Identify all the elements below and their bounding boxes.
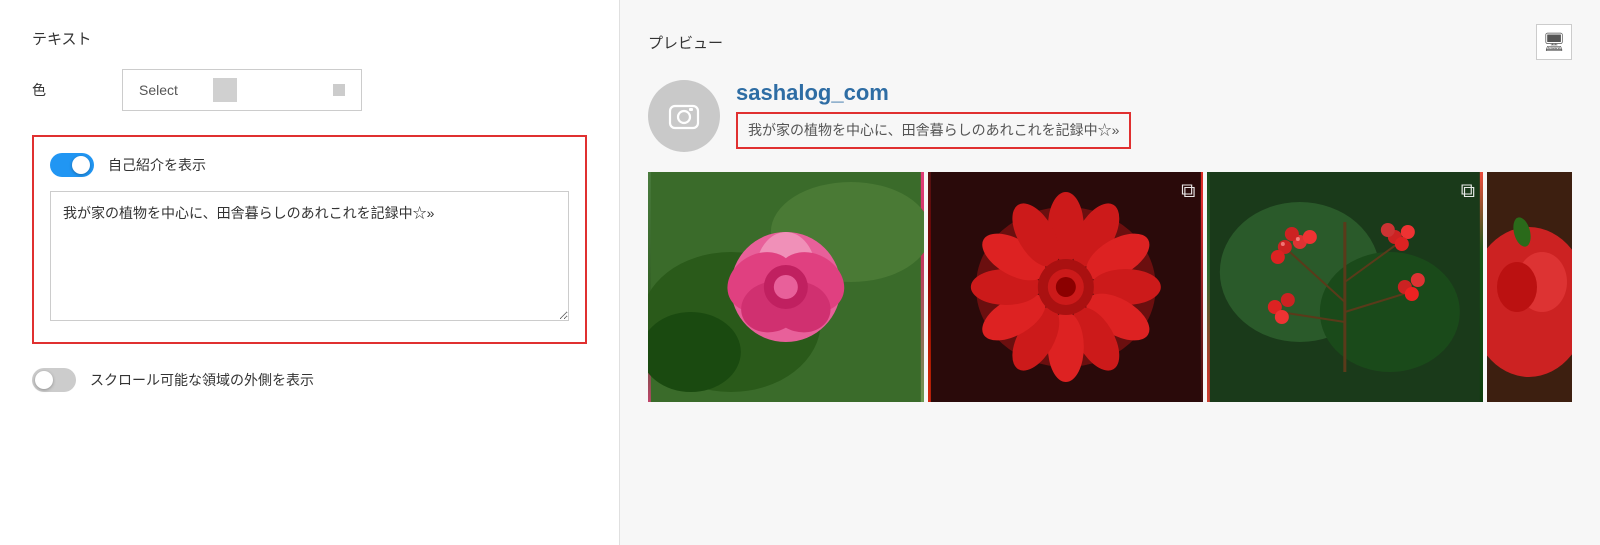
photo-1-svg xyxy=(648,172,924,402)
bio-toggle-track xyxy=(50,153,94,177)
bio-highlight-section: 自己紹介を表示 我が家の植物を中心に、田舎暮らしのあれこれを記録中☆» xyxy=(32,135,587,344)
photo-3-icon: ⧉ xyxy=(1461,180,1475,203)
bio-toggle-label: 自己紹介を表示 xyxy=(108,155,206,175)
scroll-toggle-label: スクロール可能な領域の外側を表示 xyxy=(90,370,314,390)
profile-info: sashalog_com 我が家の植物を中心に、田舎暮らしのあれこれを記録中☆» xyxy=(736,80,1572,149)
monitor-icon: 🖥 xyxy=(1543,32,1566,53)
avatar xyxy=(648,80,720,152)
color-select[interactable]: Select xyxy=(122,69,362,111)
preview-header: プレビュー 🖥 xyxy=(648,24,1572,60)
color-field-row: 色 Select xyxy=(32,69,587,111)
profile-name: sashalog_com xyxy=(736,80,1572,106)
profile-bio-text: 我が家の植物を中心に、田舎暮らしのあれこれを記録中☆» xyxy=(748,122,1119,138)
section-title: テキスト xyxy=(32,28,587,49)
profile-card: sashalog_com 我が家の植物を中心に、田舎暮らしのあれこれを記録中☆» xyxy=(648,80,1572,152)
photo-item-1 xyxy=(648,172,924,402)
profile-bio-highlight-box: 我が家の植物を中心に、田舎暮らしのあれこれを記録中☆» xyxy=(736,112,1131,149)
photo-4-svg xyxy=(1487,172,1572,402)
color-swatch xyxy=(213,78,237,102)
preview-title: プレビュー xyxy=(648,32,723,53)
photo-item-4 xyxy=(1487,172,1572,402)
photo-3-svg xyxy=(1207,172,1483,402)
bio-toggle[interactable] xyxy=(50,153,94,177)
bio-textarea[interactable]: 我が家の植物を中心に、田舎暮らしのあれこれを記録中☆» xyxy=(50,191,569,321)
scroll-toggle-row: スクロール可能な領域の外側を表示 xyxy=(32,368,587,392)
camera-icon xyxy=(665,97,703,135)
scroll-toggle-track xyxy=(32,368,76,392)
monitor-button[interactable]: 🖥 xyxy=(1536,24,1572,60)
scroll-toggle-thumb xyxy=(35,371,53,389)
photo-2-svg xyxy=(928,172,1204,402)
scroll-toggle[interactable] xyxy=(32,368,76,392)
color-label: 色 xyxy=(32,80,122,100)
color-select-value: Select xyxy=(139,82,178,98)
bio-toggle-thumb xyxy=(72,156,90,174)
photo-2-icon: ⧉ xyxy=(1181,180,1195,203)
photo-item-2: ⧉ xyxy=(928,172,1204,402)
left-panel: テキスト 色 Select 自己紹介を表示 我が家の植物を中心に、田舎暮らしのあ… xyxy=(0,0,620,545)
photo-item-3: ⧉ xyxy=(1207,172,1483,402)
photo-grid: ⧉ xyxy=(648,172,1572,402)
bio-toggle-row: 自己紹介を表示 xyxy=(50,153,569,177)
right-panel: プレビュー 🖥 sashalog_com 我が家の植物を中心に、田舎暮らしのあれ… xyxy=(620,0,1600,545)
